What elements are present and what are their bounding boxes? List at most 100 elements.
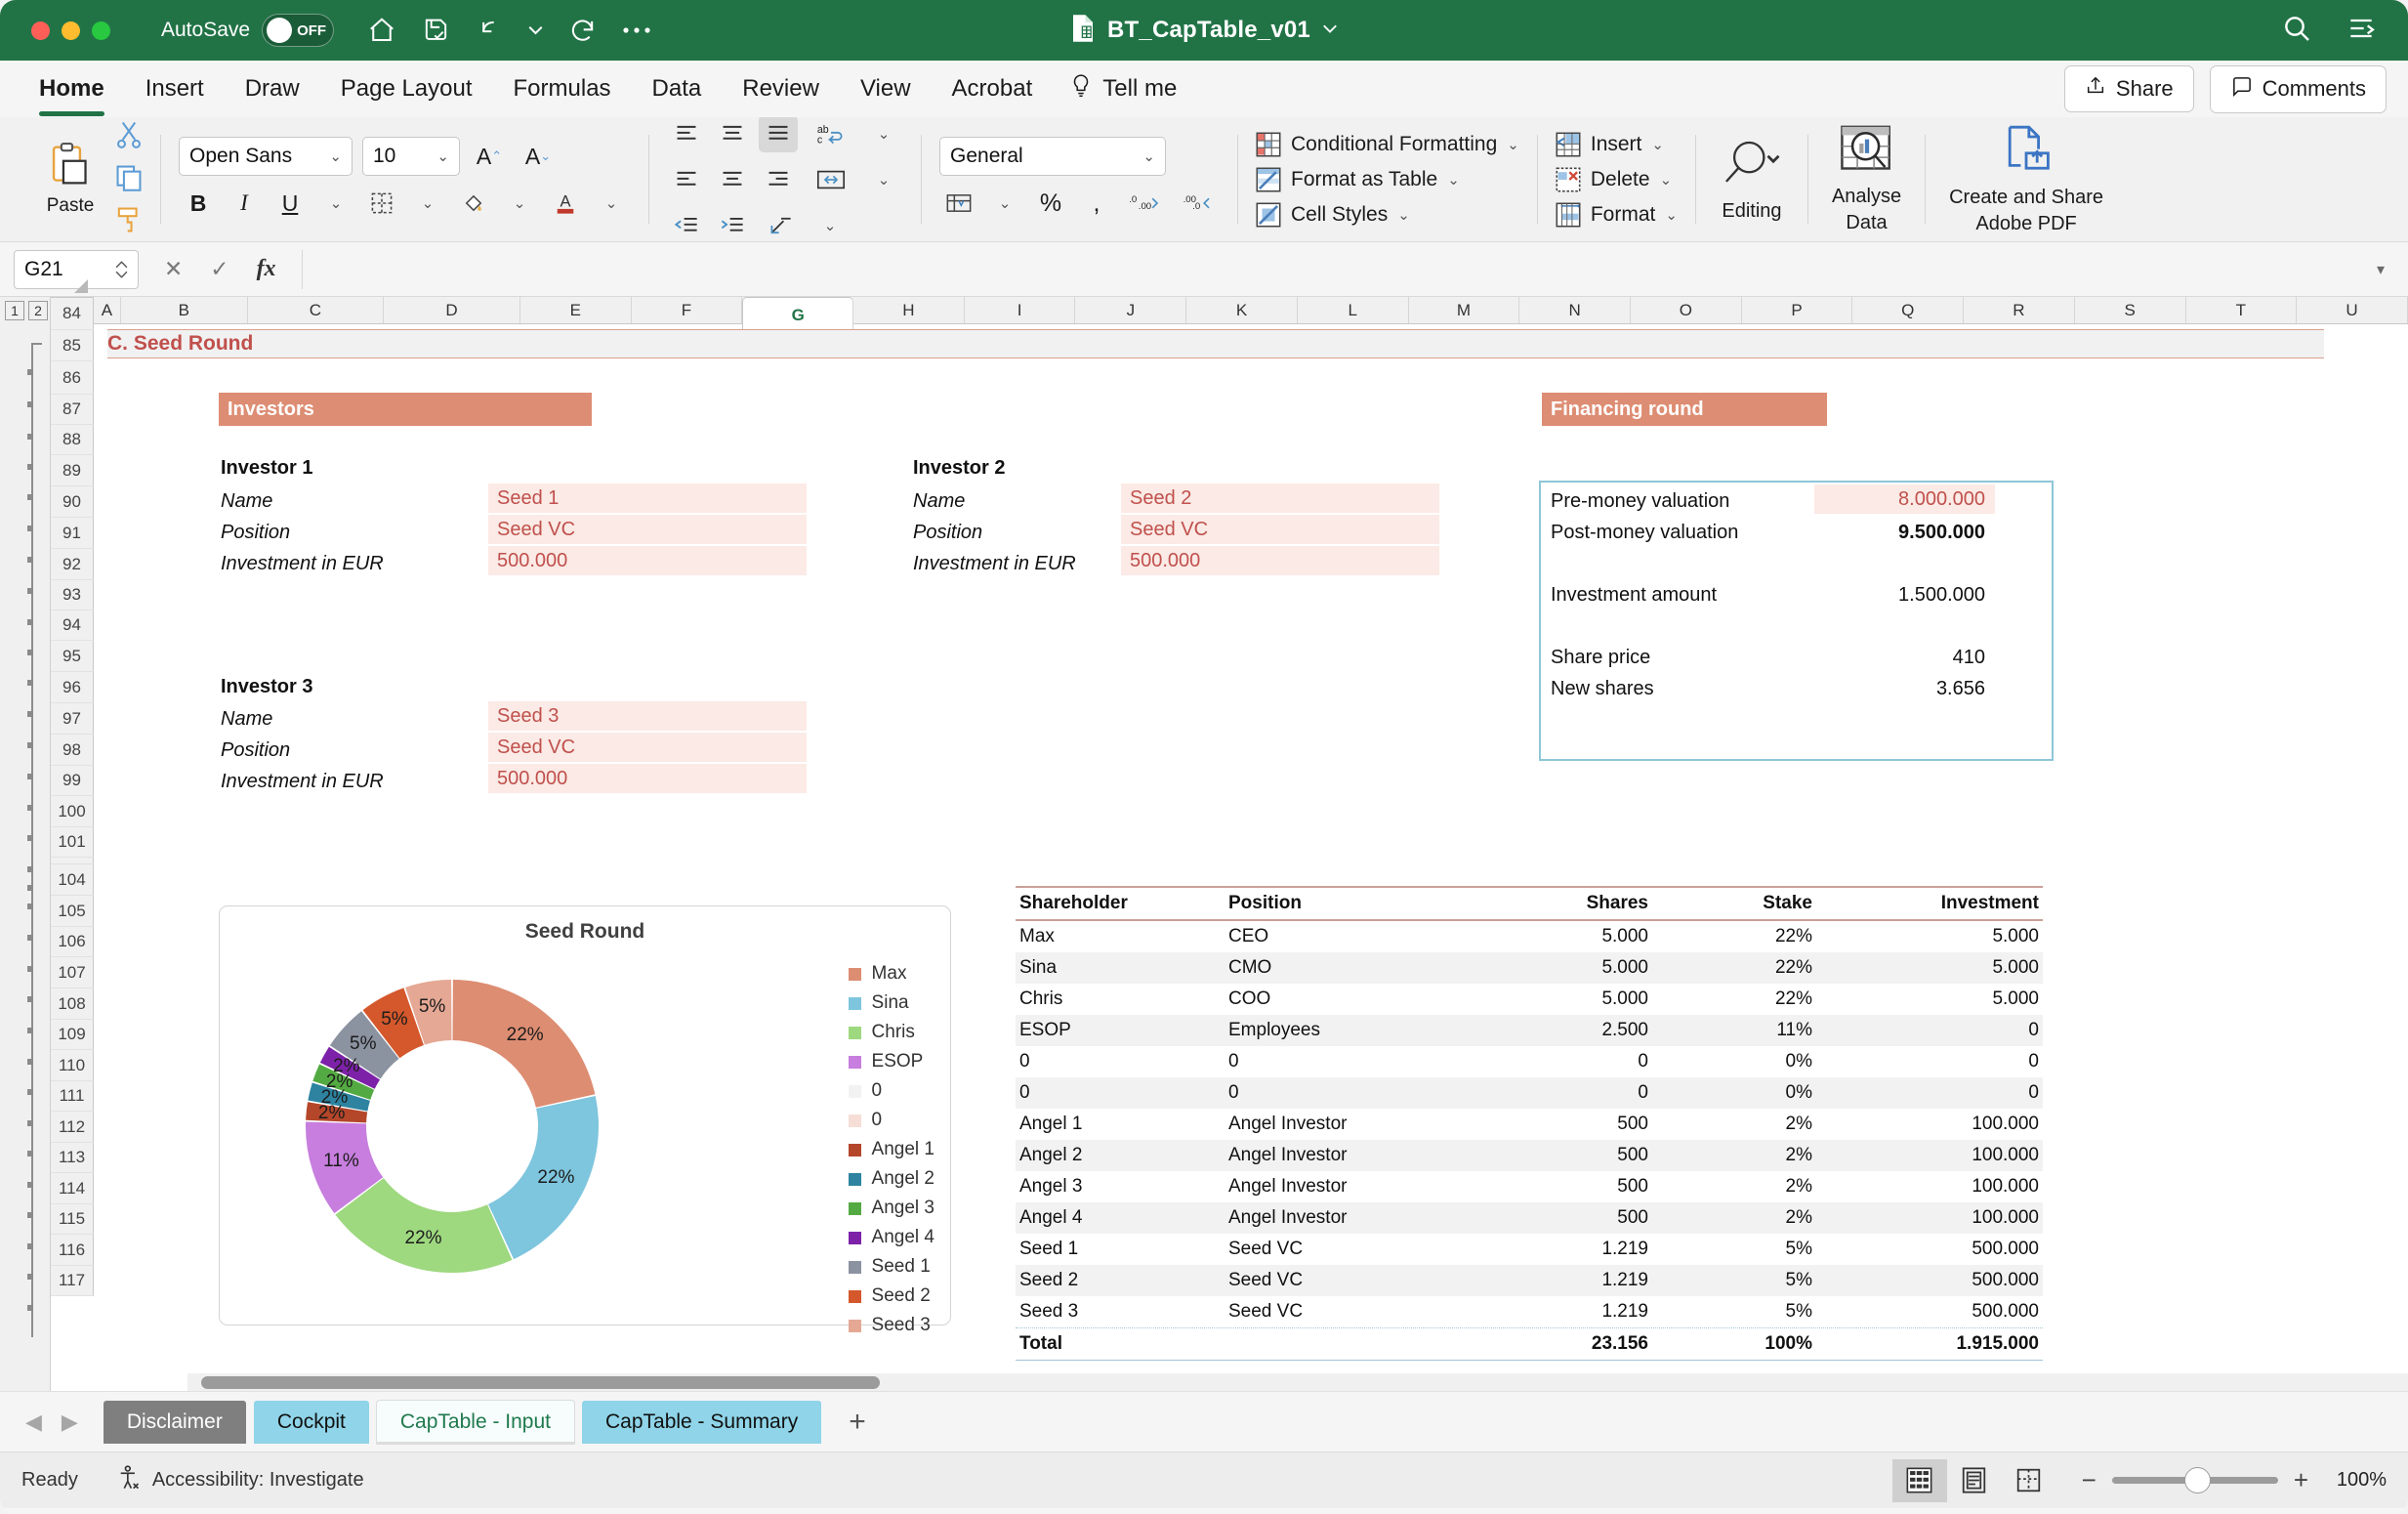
outline-collapse-dot[interactable]: [27, 965, 33, 972]
investors-band[interactable]: Investors: [219, 393, 592, 426]
accessibility-button[interactable]: Accessibility: Investigate: [117, 1465, 364, 1495]
row-header-87[interactable]: 87: [51, 395, 94, 425]
font-name-select[interactable]: Open Sans ⌄: [179, 137, 353, 176]
financing-band[interactable]: Financing round: [1542, 393, 1827, 426]
autosave-toggle[interactable]: OFF: [262, 14, 335, 47]
formula-bar-expand-icon[interactable]: ▾: [2367, 260, 2394, 279]
row-header-110[interactable]: 110: [51, 1050, 94, 1081]
row-header-111[interactable]: 111: [51, 1081, 94, 1112]
align-bottom-icon[interactable]: [759, 114, 798, 152]
investor-3-investment-value[interactable]: 500.000: [488, 764, 807, 793]
row-header-113[interactable]: 113: [51, 1143, 94, 1173]
zoom-percentage[interactable]: 100%: [2318, 1469, 2387, 1492]
outline-collapse-dot[interactable]: [27, 711, 33, 717]
merge-chevron-down-icon[interactable]: ⌄: [864, 161, 903, 198]
name-box-spinner-icon[interactable]: [115, 260, 128, 278]
outline-collapse-dot[interactable]: [27, 463, 33, 470]
accounting-format-icon[interactable]: [939, 185, 978, 222]
table-row[interactable]: Angel 1 Angel Investor 500 2% 100.000: [1016, 1109, 2043, 1140]
confirm-entry-icon[interactable]: ✓: [210, 256, 228, 282]
editing-button[interactable]: Editing: [1702, 123, 1802, 235]
outline-collapse-dot[interactable]: [27, 1212, 33, 1218]
table-row[interactable]: Angel 4 Angel Investor 500 2% 100.000: [1016, 1202, 2043, 1234]
outline-collapse-dot[interactable]: [27, 742, 33, 748]
outline-collapse-dot[interactable]: [27, 526, 33, 531]
borders-button[interactable]: [362, 185, 401, 222]
home-icon[interactable]: [367, 16, 396, 45]
comments-button[interactable]: Comments: [2209, 64, 2387, 113]
row-header-91[interactable]: 91: [51, 518, 94, 549]
legend-item[interactable]: Chris: [848, 1022, 934, 1043]
chevron-down-icon[interactable]: [528, 23, 543, 38]
investor-1-name-value[interactable]: Seed 1: [488, 484, 807, 513]
more-commands-icon[interactable]: [622, 25, 651, 35]
section-title-cell[interactable]: C. Seed Round: [107, 329, 2324, 358]
legend-item[interactable]: Angel 3: [848, 1198, 934, 1219]
outline-collapse-dot[interactable]: [27, 1242, 33, 1249]
page-break-preview-button[interactable]: [2002, 1459, 2056, 1502]
fill-color-chevron-down-icon[interactable]: ⌄: [500, 185, 539, 222]
increase-decimal-icon[interactable]: .0.00: [1123, 185, 1168, 222]
legend-item[interactable]: Seed 3: [848, 1315, 934, 1336]
column-header-i[interactable]: I: [965, 297, 1076, 323]
accounting-chevron-down-icon[interactable]: ⌄: [985, 185, 1024, 222]
window-controls[interactable]: [31, 21, 110, 40]
table-row[interactable]: Chris COO 5.000 22% 5.000: [1016, 984, 2043, 1015]
outline-collapse-dot[interactable]: [27, 433, 33, 440]
tab-review[interactable]: Review: [725, 69, 837, 108]
horizontal-scrollbar[interactable]: [187, 1373, 2408, 1391]
row-header-112[interactable]: 112: [51, 1112, 94, 1143]
comma-style-button[interactable]: ,: [1077, 185, 1116, 222]
zoom-slider-knob[interactable]: [2183, 1467, 2211, 1493]
row-header-114[interactable]: 114: [51, 1173, 94, 1204]
legend-item[interactable]: Seed 2: [848, 1285, 934, 1307]
maximize-window-icon[interactable]: [92, 21, 110, 40]
row-header-103[interactable]: [51, 858, 94, 864]
borders-chevron-down-icon[interactable]: ⌄: [408, 185, 447, 222]
increase-font-size-icon[interactable]: A ⌃: [470, 138, 509, 175]
minimize-window-icon[interactable]: [62, 21, 80, 40]
insert-cells-button[interactable]: Insert ⌄: [1556, 132, 1678, 157]
font-color-chevron-down-icon[interactable]: ⌄: [592, 185, 631, 222]
legend-item[interactable]: Max: [848, 963, 934, 985]
row-header-109[interactable]: 109: [51, 1020, 94, 1050]
outline-collapse-dot[interactable]: [27, 557, 33, 563]
outline-collapse-dot[interactable]: [27, 865, 33, 872]
decrease-font-size-icon[interactable]: A ⌄: [519, 138, 558, 175]
add-sheet-button[interactable]: +: [829, 1406, 886, 1439]
column-header-o[interactable]: O: [1631, 297, 1742, 323]
row-header-116[interactable]: 116: [51, 1235, 94, 1266]
row-header-89[interactable]: 89: [51, 455, 94, 486]
fill-color-button[interactable]: [454, 185, 493, 222]
row-header-98[interactable]: 98: [51, 735, 94, 766]
formula-input[interactable]: [301, 249, 2367, 289]
tab-page-layout[interactable]: Page Layout: [323, 69, 490, 108]
cut-icon[interactable]: [115, 120, 143, 154]
search-icon[interactable]: [2281, 13, 2312, 49]
column-header-n[interactable]: N: [1519, 297, 1631, 323]
previous-sheet-icon[interactable]: ◀: [25, 1409, 42, 1435]
wrap-text-icon[interactable]: ab c: [805, 115, 857, 152]
tab-formulas[interactable]: Formulas: [496, 69, 629, 108]
row-header-101[interactable]: 101: [51, 827, 94, 858]
tab-acrobat[interactable]: Acrobat: [934, 69, 1051, 108]
outline-collapse-dot[interactable]: [27, 904, 33, 909]
cell-styles-button[interactable]: Cell Styles ⌄: [1256, 202, 1519, 228]
tell-me-search[interactable]: Tell me: [1056, 67, 1190, 111]
page-layout-view-button[interactable]: [1947, 1459, 2002, 1502]
row-header-90[interactable]: 90: [51, 486, 94, 518]
format-painter-icon[interactable]: [115, 206, 143, 238]
share-button[interactable]: Share: [2063, 65, 2194, 112]
close-window-icon[interactable]: [31, 21, 50, 40]
legend-item[interactable]: Sina: [848, 992, 934, 1014]
outline-collapse-dot[interactable]: [27, 1274, 33, 1280]
align-right-icon[interactable]: [759, 161, 798, 198]
cancel-entry-icon[interactable]: ✕: [164, 256, 183, 282]
sheet-tab-captable-summary[interactable]: CapTable - Summary: [582, 1400, 822, 1444]
title-chevron-down-icon[interactable]: [1322, 21, 1338, 39]
row-header-115[interactable]: 115: [51, 1204, 94, 1235]
align-top-icon[interactable]: [667, 115, 706, 152]
undo-icon[interactable]: [476, 17, 503, 44]
column-header-r[interactable]: R: [1964, 297, 2075, 323]
normal-view-button[interactable]: [1891, 1458, 1947, 1502]
